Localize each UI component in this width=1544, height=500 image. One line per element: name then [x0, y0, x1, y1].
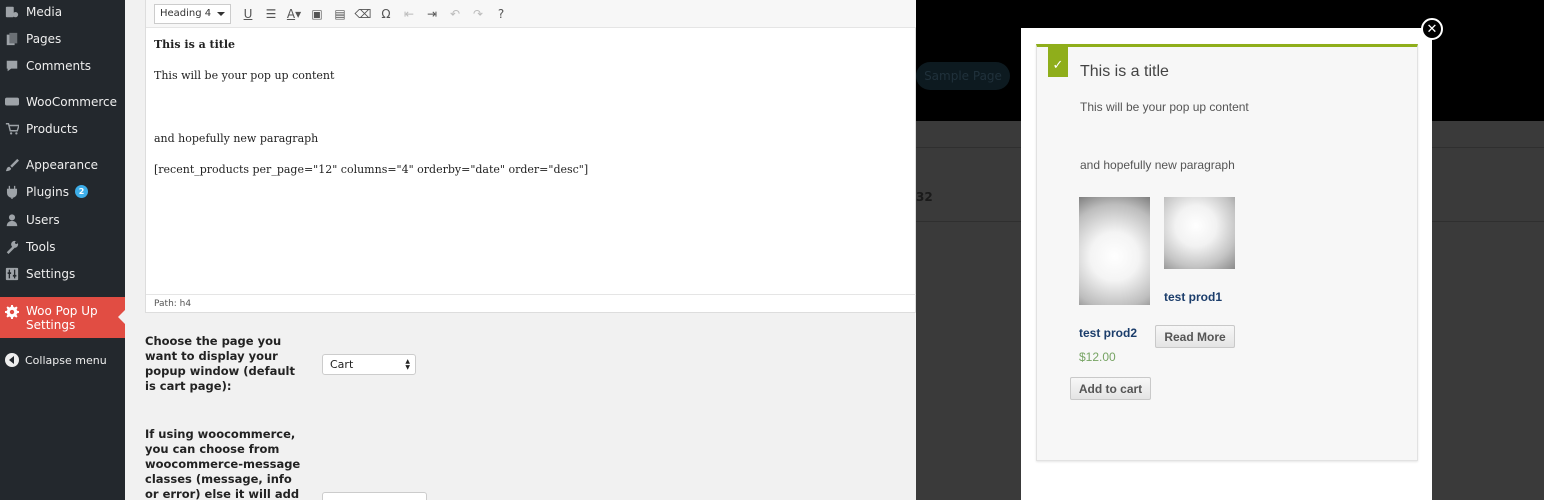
chevron-down-icon [217, 11, 225, 16]
sidebar-item-label: Appearance [26, 157, 99, 172]
woocommerce-icon [5, 95, 19, 109]
editor-path-bar: Path: h4 [146, 294, 917, 312]
content-line-2: and hopefully new paragraph [154, 132, 319, 145]
content-line-1: This will be your pop up content [154, 69, 335, 82]
format-select[interactable]: Heading 4 [154, 3, 231, 24]
page-select-value: Cart [330, 358, 354, 371]
gear-icon [5, 305, 19, 319]
content-heading: This is a title [154, 38, 236, 51]
popup-content-text: This will be your pop up content [1080, 100, 1249, 114]
sidebar-item-label: Users [26, 212, 60, 227]
products-cart-icon [5, 122, 19, 136]
popup-paragraph-text: and hopefully new paragraph [1080, 158, 1235, 172]
users-icon [5, 213, 19, 227]
plugins-update-badge: 2 [74, 185, 88, 198]
appearance-brush-icon [5, 158, 19, 172]
sidebar-item-media[interactable]: Media [0, 0, 125, 25]
sidebar-active-line1: Woo Pop Up [26, 304, 98, 318]
content-shortcode: [recent_products per_page="12" columns="… [154, 163, 589, 176]
collapse-menu-button[interactable]: Collapse menu [0, 348, 125, 372]
settings-icon [5, 267, 19, 281]
product-name-link[interactable]: test prod2 [1079, 326, 1137, 340]
sidebar-item-label: WooCommerce [26, 94, 117, 109]
nav-sample-page[interactable]: Sample Page [916, 62, 1010, 90]
undo-icon[interactable]: ↶ [444, 4, 466, 24]
sidebar-item-label: Plugins [26, 184, 69, 199]
add-to-cart-button[interactable]: Add to cart [1070, 377, 1151, 400]
message-class-label: If using woocommerce, you can choose fro… [145, 427, 301, 500]
pages-icon [5, 32, 19, 46]
product-thumbnail[interactable] [1079, 197, 1150, 305]
select-arrows-icon: ▲ ▼ [405, 358, 410, 371]
justify-icon[interactable]: ☰ [260, 4, 282, 24]
close-icon[interactable]: ✕ [1421, 18, 1443, 40]
collapse-menu-label: Collapse menu [25, 353, 107, 367]
popup-title: This is a title [1080, 63, 1169, 80]
indent-icon[interactable]: ⇥ [421, 4, 443, 24]
popup-message-box: ✓ This is a title This will be your pop … [1036, 44, 1418, 461]
sidebar-item-tools[interactable]: Tools [0, 233, 125, 260]
text-color-icon[interactable]: A ▾ [283, 4, 305, 24]
background-cell-text: 32 [916, 190, 933, 204]
product-name-link[interactable]: test prod1 [1164, 290, 1222, 304]
sidebar-item-plugins[interactable]: Plugins 2 [0, 178, 125, 205]
sidebar-item-settings[interactable]: Settings [0, 260, 125, 287]
sidebar-item-label: Pages [26, 31, 62, 46]
paste-text-icon[interactable]: ▣ [306, 4, 328, 24]
sidebar-item-woocommerce[interactable]: WooCommerce [0, 88, 125, 115]
format-select-value: Heading 4 [160, 8, 212, 19]
page-select[interactable]: Cart ▲ ▼ [322, 354, 416, 375]
checkmark-icon: ✓ [1048, 47, 1068, 77]
sidebar-active-label: Woo Pop Up Settings [26, 304, 98, 332]
tools-wrench-icon [5, 240, 19, 254]
sidebar-item-label: Settings [26, 266, 76, 281]
product-price: $12.00 [1079, 350, 1116, 364]
paste-word-icon[interactable]: ▤ [329, 4, 351, 24]
editor-toolbar: Heading 4 U ☰ A ▾ ▣ ▤ ⌫ Ω ⇤ ⇥ ↶ ↷ ? [146, 0, 917, 28]
comments-icon [5, 59, 19, 73]
read-more-button[interactable]: Read More [1155, 325, 1235, 348]
sidebar-item-comments[interactable]: Comments [0, 52, 125, 79]
page-select-label: Choose the page you want to display your… [145, 334, 295, 393]
editor-path: Path: h4 [154, 299, 192, 309]
help-icon[interactable]: ? [490, 4, 512, 24]
sidebar-item-label: Tools [26, 239, 56, 254]
clear-formatting-icon[interactable]: ⌫ [352, 4, 374, 24]
product-thumbnail[interactable] [1164, 197, 1235, 269]
sidebar-item-woo-popup-settings[interactable]: Woo Pop Up Settings [0, 297, 125, 338]
underline-icon[interactable]: U [237, 4, 259, 24]
sidebar-active-line2: Settings [26, 318, 76, 332]
sidebar-item-label: Products [26, 121, 78, 136]
sidebar-item-pages[interactable]: Pages [0, 25, 125, 52]
redo-icon[interactable]: ↷ [467, 4, 489, 24]
message-class-select[interactable] [322, 492, 427, 500]
admin-sidebar: Media Pages Comments WooCommerce Product… [0, 0, 125, 500]
active-menu-pointer [118, 310, 125, 324]
sidebar-item-label: Comments [26, 58, 92, 73]
sidebar-item-users[interactable]: Users [0, 206, 125, 233]
media-icon [5, 5, 19, 19]
sidebar-item-label: Media [26, 4, 63, 19]
collapse-arrow-icon [5, 353, 19, 367]
outdent-icon[interactable]: ⇤ [398, 4, 420, 24]
plugins-icon [5, 185, 19, 199]
special-character-icon[interactable]: Ω [375, 4, 397, 24]
sidebar-item-appearance[interactable]: Appearance [0, 151, 125, 178]
popup-content-editor: Heading 4 U ☰ A ▾ ▣ ▤ ⌫ Ω ⇤ ⇥ ↶ ↷ ? This … [145, 0, 917, 313]
sidebar-item-products[interactable]: Products [0, 115, 125, 142]
